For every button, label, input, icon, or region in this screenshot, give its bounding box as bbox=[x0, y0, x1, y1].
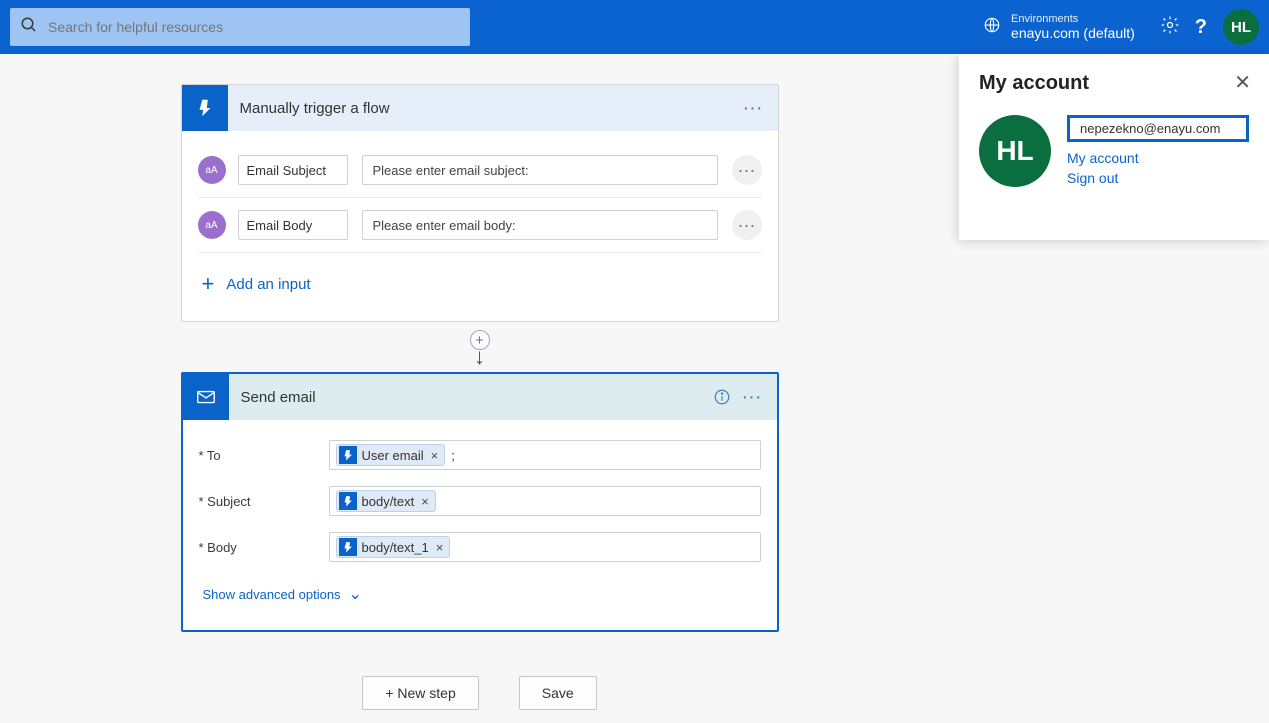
dynamic-token[interactable]: body/text_1 × bbox=[336, 536, 451, 558]
trigger-card: Manually trigger a flow ··· aA Email Sub… bbox=[181, 84, 779, 322]
token-label: body/text_1 bbox=[362, 540, 429, 555]
token-remove-button[interactable]: × bbox=[421, 494, 429, 509]
account-panel-close-button[interactable]: ✕ bbox=[1234, 70, 1251, 95]
plus-icon: + bbox=[202, 271, 215, 297]
chevron-down-icon: ⌄ bbox=[349, 584, 362, 604]
account-avatar: HL bbox=[979, 115, 1051, 187]
search-box[interactable] bbox=[10, 8, 470, 46]
token-remove-button[interactable]: × bbox=[436, 540, 444, 555]
settings-button[interactable] bbox=[1155, 15, 1185, 40]
my-account-link[interactable]: My account bbox=[1067, 148, 1249, 168]
field-input-to[interactable]: User email × ; bbox=[329, 440, 761, 470]
text-param-icon: aA bbox=[198, 156, 226, 184]
param-menu-button[interactable]: ··· bbox=[732, 155, 762, 185]
add-input-label: Add an input bbox=[226, 276, 310, 293]
token-label: body/text bbox=[362, 494, 415, 509]
token-label: User email bbox=[362, 448, 424, 463]
field-input-body[interactable]: body/text_1 × bbox=[329, 532, 761, 562]
help-button[interactable]: ? bbox=[1195, 16, 1207, 39]
param-input-body[interactable] bbox=[362, 210, 718, 240]
trigger-icon bbox=[182, 85, 228, 131]
token-icon bbox=[339, 446, 357, 464]
top-bar: Environments enayu.com (default) ? HL bbox=[0, 0, 1269, 54]
action-field-row: * To User email × ; bbox=[199, 432, 761, 478]
connector: + ↓ bbox=[470, 330, 490, 364]
action-info-button[interactable] bbox=[707, 388, 737, 406]
action-title: Send email bbox=[241, 389, 707, 406]
arrow-down-icon: ↓ bbox=[474, 350, 485, 364]
action-field-row: * Subject body/text × bbox=[199, 478, 761, 524]
footer-buttons: + New step Save bbox=[362, 676, 596, 710]
token-icon bbox=[339, 538, 357, 556]
trigger-menu-button[interactable]: ··· bbox=[738, 97, 768, 120]
search-input[interactable] bbox=[48, 19, 460, 35]
trigger-param-row: aA Email Subject ··· bbox=[198, 143, 762, 198]
field-label-subject: * Subject bbox=[199, 494, 329, 509]
field-label-to: * To bbox=[199, 448, 329, 463]
trigger-param-row: aA Email Body ··· bbox=[198, 198, 762, 253]
trigger-card-header[interactable]: Manually trigger a flow ··· bbox=[182, 85, 778, 131]
advanced-options-label: Show advanced options bbox=[203, 587, 341, 602]
action-card-header[interactable]: Send email ··· bbox=[183, 374, 777, 420]
text-param-icon: aA bbox=[198, 211, 226, 239]
environment-picker[interactable]: Environments enayu.com (default) bbox=[983, 13, 1135, 41]
field-suffix: ; bbox=[451, 448, 455, 463]
new-step-button[interactable]: + New step bbox=[362, 676, 478, 710]
param-label[interactable]: Email Subject bbox=[238, 155, 348, 185]
field-input-subject[interactable]: body/text × bbox=[329, 486, 761, 516]
trigger-title: Manually trigger a flow bbox=[240, 100, 738, 117]
gear-icon bbox=[1160, 15, 1180, 40]
search-icon bbox=[20, 16, 48, 39]
account-panel-title: My account bbox=[979, 72, 1249, 95]
mail-icon bbox=[183, 374, 229, 420]
token-remove-button[interactable]: × bbox=[431, 448, 439, 463]
account-email[interactable]: nepezekno@enayu.com bbox=[1067, 115, 1249, 142]
account-panel: My account ✕ HL nepezekno@enayu.com My a… bbox=[959, 54, 1269, 240]
globe-icon bbox=[983, 16, 1001, 39]
save-button[interactable]: Save bbox=[519, 676, 597, 710]
add-input-button[interactable]: + Add an input bbox=[198, 253, 762, 303]
show-advanced-options-button[interactable]: Show advanced options ⌄ bbox=[199, 570, 761, 612]
action-field-row: * Body body/text_1 × bbox=[199, 524, 761, 570]
dynamic-token[interactable]: body/text × bbox=[336, 490, 436, 512]
token-icon bbox=[339, 492, 357, 510]
environment-label: Environments bbox=[1011, 13, 1135, 25]
environment-value: enayu.com (default) bbox=[1011, 25, 1135, 41]
flow-canvas: Manually trigger a flow ··· aA Email Sub… bbox=[0, 54, 959, 723]
param-menu-button[interactable]: ··· bbox=[732, 210, 762, 240]
dynamic-token[interactable]: User email × bbox=[336, 444, 446, 466]
param-label[interactable]: Email Body bbox=[238, 210, 348, 240]
sign-out-link[interactable]: Sign out bbox=[1067, 168, 1249, 188]
field-label-body: * Body bbox=[199, 540, 329, 555]
param-input-subject[interactable] bbox=[362, 155, 718, 185]
action-menu-button[interactable]: ··· bbox=[737, 386, 767, 409]
account-avatar-button[interactable]: HL bbox=[1223, 9, 1259, 45]
action-card: Send email ··· * To User email × ; * bbox=[181, 372, 779, 632]
